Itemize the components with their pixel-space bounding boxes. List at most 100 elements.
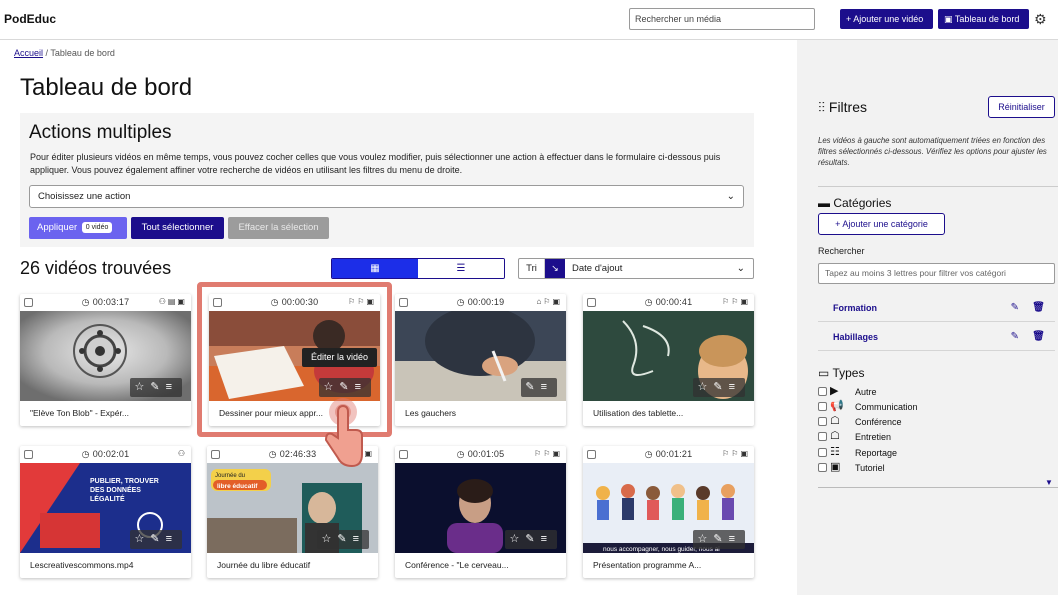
menu-icon[interactable]: ≡	[541, 533, 553, 545]
breadcrumb: Accueil / Tableau de bord	[14, 48, 115, 58]
video-title[interactable]: Présentation programme A...	[593, 560, 748, 570]
card-actions: ✎≡	[521, 378, 557, 397]
type-checkbox[interactable]	[818, 417, 827, 426]
folder-icon: ▬	[818, 196, 834, 210]
video-title[interactable]: Journée du libre éducatif	[217, 560, 372, 570]
divider	[818, 186, 1058, 187]
video-card[interactable]: ◷ 00:00:41 ⚐⚐▣ ☆✎≡ Utilisation des tablet…	[583, 294, 754, 426]
category-search-label: Rechercher	[818, 246, 865, 256]
clock-icon: ◷	[81, 449, 90, 459]
list-view-icon[interactable]: ☰	[418, 259, 504, 278]
video-thumbnail[interactable]: ✎≡	[395, 311, 566, 401]
brand-logo[interactable]: PodEduc	[4, 12, 56, 26]
add-category-button[interactable]: + Ajouter une catégorie	[818, 213, 945, 235]
scroll-down-icon[interactable]: ▼	[1045, 478, 1053, 487]
card-header: ◷ 00:01:05 ⚐⚐▣	[395, 446, 566, 463]
category-item[interactable]: Formation ✎ 🗑	[818, 295, 1055, 322]
star-icon[interactable]: ☆	[509, 533, 525, 545]
trash-icon[interactable]: 🗑	[1032, 331, 1045, 342]
filters-sidebar: ⫶⫶ Filtres Réinitialiser Les vidéos à ga…	[797, 40, 1058, 595]
trash-icon[interactable]: 🗑	[1032, 302, 1045, 313]
type-checkbox[interactable]	[818, 387, 827, 396]
video-title[interactable]: "Elève Ton Blob" - Expér...	[30, 408, 185, 418]
sort-direction-icon[interactable]: ↘	[545, 259, 565, 278]
status-icons: ⚐⚐▣	[534, 449, 562, 458]
chevron-down-icon: ⌄	[726, 191, 735, 202]
video-title[interactable]: Les gauchers	[405, 408, 560, 418]
add-video-button[interactable]: + Ajouter une vidéo	[840, 9, 933, 29]
category-item[interactable]: Habillages ✎ 🗑	[818, 324, 1055, 351]
menu-icon[interactable]: ≡	[541, 381, 553, 393]
edit-icon[interactable]: ✎	[525, 381, 540, 393]
filters-title: ⫶⫶ Filtres	[818, 99, 868, 115]
video-duration: ◷ 00:02:01	[81, 449, 130, 459]
type-checkbox[interactable]	[818, 402, 827, 411]
video-thumbnail[interactable]: nous accompagner, nous guider, nous ai ☆…	[583, 463, 754, 553]
clear-selection-button[interactable]: Effacer la sélection	[228, 217, 329, 239]
bulk-actions-description: Pour éditer plusieurs vidéos en même tem…	[30, 152, 721, 175]
menu-icon[interactable]: ≡	[166, 381, 178, 393]
type-checkbox[interactable]	[818, 448, 827, 457]
page-title: Tableau de bord	[20, 74, 193, 101]
card-header: ◷ 00:01:21 ⚐⚐▣	[583, 446, 754, 463]
reset-filters-button[interactable]: Réinitialiser	[988, 96, 1055, 118]
menu-icon[interactable]: ≡	[729, 533, 741, 545]
media-search-input[interactable]: Rechercher un média	[629, 8, 815, 30]
breadcrumb-home-link[interactable]: Accueil	[14, 48, 43, 58]
menu-icon[interactable]: ≡	[166, 533, 178, 545]
edit-icon[interactable]: ✎	[150, 381, 165, 393]
type-checkbox[interactable]	[818, 463, 827, 472]
sort-label: Tri	[519, 259, 545, 278]
play-icon: ▶	[830, 385, 839, 397]
video-card[interactable]: ◷ 00:01:05 ⚐⚐▣ ☆✎≡ Conférence - "Le cerve…	[395, 446, 566, 578]
action-select[interactable]: Choisissez une action ⌄	[29, 185, 744, 208]
apply-button[interactable]: Appliquer 0 vidéo	[29, 217, 127, 239]
dashboard-button[interactable]: ▣ Tableau de bord	[938, 9, 1029, 29]
video-card[interactable]: ◷ 00:02:01 ⚇ PUBLIER, TROUVER DES DONNÉES…	[20, 446, 191, 578]
star-icon[interactable]: ☆	[134, 381, 150, 393]
sort-control[interactable]: Tri ↘ Date d'ajout ⌄	[518, 258, 754, 279]
edit-icon[interactable]: ✎	[713, 381, 728, 393]
video-card[interactable]: ◷ 00:00:19 ⌂⚐▣ ✎≡ Les gauchers	[395, 294, 566, 426]
edit-icon[interactable]: ✎	[525, 533, 540, 545]
type-checkbox[interactable]	[818, 432, 827, 441]
select-all-button[interactable]: Tout sélectionner	[131, 217, 224, 239]
status-icons: ⚐⚐▣	[722, 449, 750, 458]
video-thumbnail[interactable]: ☆✎≡	[583, 311, 754, 401]
edit-icon[interactable]: ✎	[150, 533, 165, 545]
star-icon[interactable]: ☆	[134, 533, 150, 545]
video-thumbnail[interactable]: PUBLIER, TROUVER DES DONNÉES LÉGALITÉ ☆✎…	[20, 463, 191, 553]
edit-icon[interactable]: ✎	[337, 533, 352, 545]
status-icons: ⌂⚐▣	[536, 297, 562, 306]
clock-icon: ◷	[456, 449, 465, 459]
video-thumbnail[interactable]: ☆✎≡	[395, 463, 566, 553]
top-bar: PodEduc Rechercher un média + Ajouter un…	[0, 0, 1058, 40]
video-card[interactable]: ◷ 00:01:21 ⚐⚐▣ nous accompagner, nous gui…	[583, 446, 754, 578]
category-search-input[interactable]: Tapez au moins 3 lettres pour filtrer vo…	[818, 263, 1055, 284]
video-title[interactable]: Utilisation des tablette...	[593, 408, 748, 418]
menu-icon[interactable]: ≡	[729, 381, 741, 393]
menu-icon[interactable]: ≡	[353, 533, 365, 545]
grid-view-icon[interactable]: ▦	[332, 259, 418, 278]
gear-icon[interactable]: ⚙	[1034, 11, 1050, 27]
breadcrumb-separator: /	[45, 48, 49, 58]
edit-video-tooltip: Éditer la vidéo	[302, 348, 377, 367]
card-actions: ☆✎≡	[130, 378, 182, 397]
star-icon[interactable]: ☆	[321, 533, 337, 545]
sliders-icon: ⫶⫶	[818, 99, 829, 115]
video-card[interactable]: ◷ 00:03:17 ⚇▤▣ ☆✎≡ "Elève Ton Blob" - Exp…	[20, 294, 191, 426]
category-name[interactable]: Formation	[833, 303, 877, 313]
star-icon[interactable]: ☆	[697, 381, 713, 393]
video-thumbnail[interactable]: Journée du libre éducatif ☆✎≡	[207, 463, 378, 553]
category-name[interactable]: Habillages	[833, 332, 878, 342]
video-title[interactable]: Lescreativescommons.mp4	[30, 560, 185, 570]
video-thumbnail[interactable]: ☆✎≡	[20, 311, 191, 401]
edit-icon[interactable]: ✎	[713, 533, 728, 545]
clock-icon: ◷	[644, 297, 653, 307]
star-icon[interactable]: ☆	[697, 533, 713, 545]
edit-icon[interactable]: ✎	[1011, 302, 1019, 313]
sort-value: Date d'ajout	[572, 263, 623, 274]
video-title[interactable]: Conférence - "Le cerveau...	[405, 560, 560, 570]
edit-icon[interactable]: ✎	[1011, 331, 1019, 342]
thumb-text-line3: LÉGALITÉ	[90, 494, 125, 503]
